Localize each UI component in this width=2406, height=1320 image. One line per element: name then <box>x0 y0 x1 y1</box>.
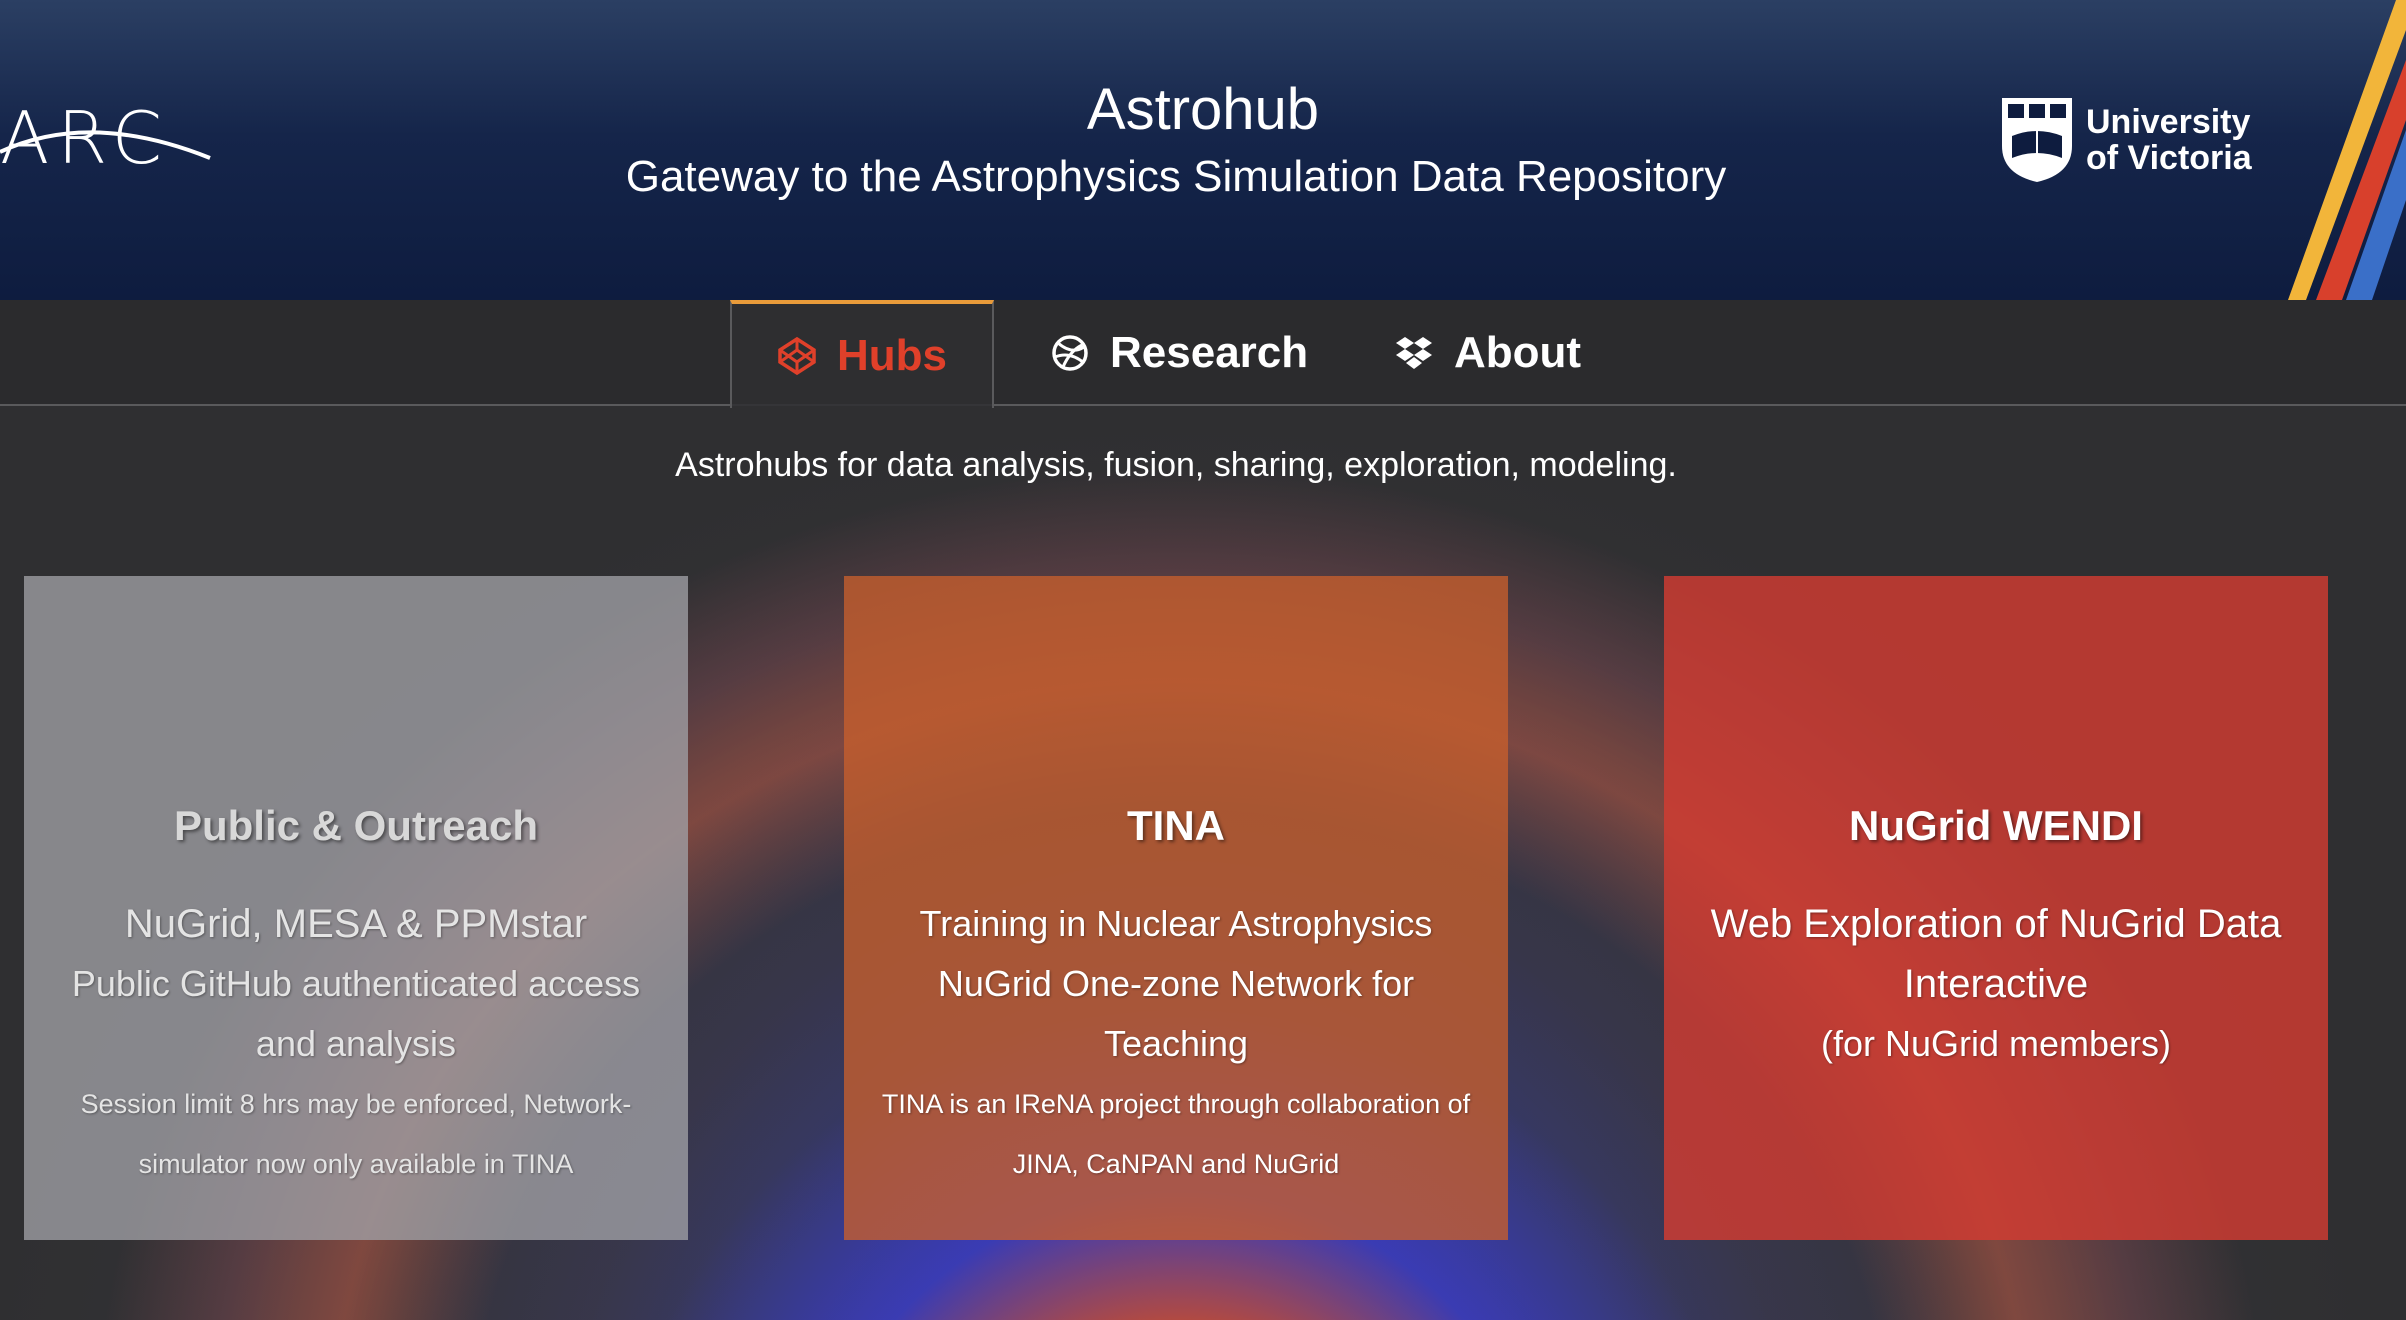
card-title: Public & Outreach <box>173 802 539 849</box>
codepen-icon <box>778 336 816 376</box>
decorative-stripes <box>2288 0 2406 300</box>
card-title: TINA <box>1127 802 1225 849</box>
tab-about[interactable]: About <box>1394 300 1581 406</box>
hubs-tagline: Astrohubs for data analysis, fusion, sha… <box>675 446 1677 484</box>
tab-about-label: About <box>1454 328 1582 377</box>
tab-research-label: Research <box>1110 328 1309 377</box>
card-line: TINA is an IReNA project through collabo… <box>881 1089 1471 1179</box>
main-nav: Hubs Research About <box>0 300 2406 408</box>
card-line: (for NuGrid members) <box>1820 1023 2172 1064</box>
card-line: NuGrid, MESA & PPMstar <box>124 902 588 946</box>
card-line: Session limit 8 hrs may be enforced, Net… <box>80 1089 632 1179</box>
tab-hubs-label: Hubs <box>837 331 947 380</box>
university-name-line2: of Victoria <box>2086 139 2252 177</box>
site-header: ARC Astrohub Gateway to the Astrophysics… <box>0 0 2406 300</box>
card-line: Web Exploration of NuGrid Data Interacti… <box>1710 902 2282 1006</box>
university-name-line1: University <box>2086 103 2251 141</box>
dropbox-icon <box>1396 337 1432 369</box>
card-line: Training in Nuclear Astrophysics NuGrid … <box>919 903 1433 1064</box>
tab-research[interactable]: Research <box>1050 300 1308 406</box>
card-title: NuGrid WENDI <box>1849 802 2143 849</box>
hub-card-nugrid-wendi[interactable]: NuGrid WENDI Web Exploration of NuGrid D… <box>1664 576 2328 1240</box>
dribbble-icon <box>1052 335 1088 371</box>
university-crest-icon <box>2002 98 2072 182</box>
university-logo[interactable]: University of Victoria <box>2000 96 2252 184</box>
hub-card-tina[interactable]: TINA Training in Nuclear Astrophysics Nu… <box>844 576 1508 1240</box>
tab-hubs[interactable]: Hubs <box>730 300 994 408</box>
hub-card-public-outreach[interactable]: Public & Outreach NuGrid, MESA & PPMstar… <box>24 576 688 1240</box>
card-line: Public GitHub authenticated access and a… <box>71 963 641 1064</box>
